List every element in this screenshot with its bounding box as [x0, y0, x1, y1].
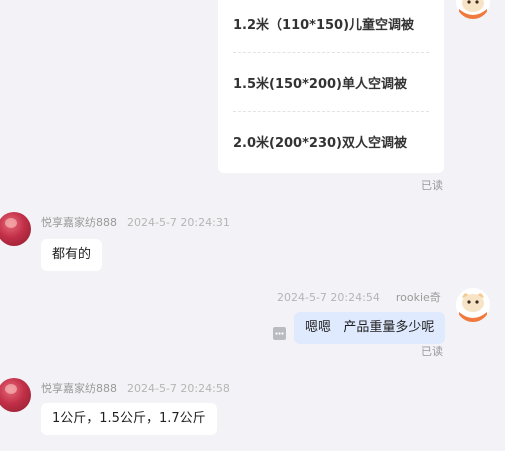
message-meta: 悦享嘉家纺888 2024-5-7 20:24:58 — [41, 380, 230, 396]
option-item[interactable]: 1.2米（110*150)儿童空调被 — [233, 0, 429, 53]
message-bubble[interactable]: 1公斤，1.5公斤，1.7公斤 — [41, 403, 217, 435]
message-meta: 2024-5-7 20:24:54 rookie奇 — [277, 289, 441, 305]
option-item[interactable]: 2.0米(200*230)双人空调被 — [233, 112, 429, 171]
seller-avatar[interactable] — [0, 212, 31, 246]
user-avatar[interactable] — [456, 288, 490, 322]
sender-name: 悦享嘉家纺888 — [41, 382, 117, 395]
option-item[interactable]: 1.5米(150*200)单人空调被 — [233, 53, 429, 112]
read-status: 已读 — [421, 345, 443, 358]
seller-avatar[interactable] — [0, 378, 31, 412]
message-meta: 悦享嘉家纺888 2024-5-7 20:24:31 — [41, 214, 230, 230]
read-status: 已读 — [421, 179, 443, 192]
message-bubble[interactable]: 嗯嗯 产品重量多少呢 — [294, 312, 446, 344]
sender-name: 悦享嘉家纺888 — [41, 216, 117, 229]
message-time: 2024-5-7 20:24:58 — [127, 382, 230, 395]
more-options-icon[interactable] — [273, 327, 286, 340]
message-time: 2024-5-7 20:24:31 — [127, 216, 230, 229]
sender-name: rookie奇 — [395, 291, 441, 304]
message-bubble[interactable]: 都有的 — [41, 239, 103, 271]
chat-message-list[interactable]: 1.2米（110*150)儿童空调被 1.5米(150*200)单人空调被 2.… — [0, 0, 505, 451]
product-options-card: 1.2米（110*150)儿童空调被 1.5米(150*200)单人空调被 2.… — [218, 0, 444, 173]
user-avatar[interactable] — [456, 0, 490, 19]
message-time: 2024-5-7 20:24:54 — [277, 291, 380, 304]
